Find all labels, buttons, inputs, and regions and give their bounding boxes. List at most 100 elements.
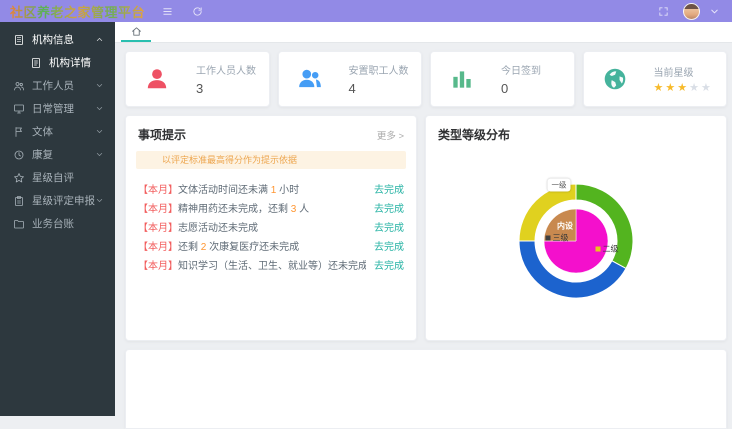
- reminder-text: 【本月】文体活动时间还未满 1 小时: [138, 181, 299, 196]
- reminder-text: 【本月】精神用药还未完成，还剩 3 人: [138, 200, 309, 215]
- star-icon: ★: [654, 82, 666, 94]
- reminder-item-1: 【本月】精神用药还未完成，还剩 3 人 去完成: [138, 198, 404, 217]
- sidebar-item-label: 星级评定申报: [32, 193, 95, 208]
- bottom-panel: [125, 349, 727, 429]
- chart-annotation-inner-yellow-marker: 二级: [596, 244, 619, 255]
- reminder-item-0: 【本月】文体活动时间还未满 1 小时 去完成: [138, 179, 404, 198]
- chevron-down-icon: [95, 104, 105, 114]
- sidebar-item-label: 康复: [32, 147, 95, 162]
- sidebar-item-label: 业务台账: [32, 216, 105, 231]
- reminder-text: 【本月】还剩 2 次康复医疗还未完成: [138, 238, 299, 253]
- star-icon: ★: [689, 82, 701, 94]
- star-icon: [13, 172, 25, 184]
- stat-label: 当前星级: [654, 64, 713, 79]
- document-icon: [30, 57, 42, 69]
- sidebar-item-label: 文体: [32, 124, 95, 139]
- main-content: 工作人员人数3安置职工人数4今日签到0当前星级★★★★★ 事项提示 更多 > 以…: [115, 43, 732, 416]
- stat-value: 4: [349, 81, 409, 96]
- star-icon: ★: [665, 82, 677, 94]
- clipboard-icon: [13, 195, 25, 207]
- globe-icon: [602, 66, 628, 92]
- refresh-icon[interactable]: [189, 3, 205, 19]
- go-complete-link[interactable]: 去完成: [374, 238, 404, 253]
- sidebar-subitem-0-0[interactable]: 机构详情: [0, 51, 115, 74]
- notice-banner: 以评定标准最高得分作为提示依据: [136, 151, 406, 169]
- stat-label: 今日签到: [501, 62, 541, 77]
- star-icon: ★: [701, 82, 713, 94]
- tab-home[interactable]: [121, 22, 151, 42]
- chevron-down-icon: [95, 150, 105, 160]
- sidebar-item-7[interactable]: 业务台账: [0, 212, 115, 235]
- chart-panel: 类型等级分布 一级内设三级二级: [425, 115, 727, 341]
- chevron-up-icon: [95, 35, 105, 45]
- monitor-icon: [13, 103, 25, 115]
- chart-title: 类型等级分布: [438, 126, 510, 143]
- go-complete-link[interactable]: 去完成: [374, 257, 404, 272]
- building-icon: [13, 34, 25, 46]
- star-icon: [13, 172, 25, 184]
- sidebar-item-6[interactable]: 星级评定申报: [0, 189, 115, 212]
- star-icon: ★: [677, 82, 689, 94]
- user-menu-chevron-icon[interactable]: [706, 3, 722, 19]
- reminder-item-2: 【本月】志愿活动还未完成 去完成: [138, 217, 404, 236]
- app-title: 社区养老之家管理平台: [10, 2, 145, 21]
- chevron-down-icon: [95, 127, 105, 137]
- chart-annotation-inner-light: 内设: [557, 221, 573, 232]
- user-avatar[interactable]: [683, 3, 700, 20]
- go-complete-link[interactable]: 去完成: [374, 181, 404, 196]
- sidebar-item-0[interactable]: 机构信息: [0, 28, 115, 51]
- type-level-distribution-chart: 一级内设三级二级: [426, 163, 726, 323]
- stat-card-3: 当前星级★★★★★: [583, 51, 728, 107]
- menu-fold-icon[interactable]: [159, 3, 175, 19]
- star-rating: ★★★★★: [654, 83, 713, 94]
- stat-label: 安置职工人数: [349, 62, 409, 77]
- app-header: 社区养老之家管理平台: [0, 0, 732, 22]
- chart-annotation-chip: 一级: [548, 179, 571, 192]
- go-complete-link[interactable]: 去完成: [374, 200, 404, 215]
- clock-icon: [13, 149, 25, 161]
- sidebar-item-3[interactable]: 文体: [0, 120, 115, 143]
- folder-icon: [13, 218, 25, 230]
- sidebar-item-label: 机构信息: [32, 32, 95, 47]
- reminder-item-4: 【本月】知识学习（生活、卫生、就业等）还未完成去完成: [138, 255, 404, 274]
- users-icon: [13, 80, 25, 92]
- home-icon: [131, 26, 142, 37]
- marker-square-icon: [546, 236, 551, 241]
- reminder-text: 【本月】志愿活动还未完成: [138, 219, 258, 234]
- stat-card-1: 安置职工人数 4: [278, 51, 423, 107]
- stat-cards-row: 工作人员人数3安置职工人数4今日签到0当前星级★★★★★: [125, 51, 727, 107]
- reminders-list: 【本月】文体活动时间还未满 1 小时去完成【本月】精神用药还未完成，还剩 3 人…: [126, 175, 416, 274]
- tab-bar: [115, 22, 732, 43]
- stat-card-2: 今日签到0: [430, 51, 575, 107]
- chevron-down-icon: [95, 81, 105, 91]
- reminder-month-tag: 【本月】: [138, 204, 178, 215]
- sidebar-item-label: 星级自评: [32, 170, 105, 185]
- go-complete-link[interactable]: 去完成: [374, 219, 404, 234]
- more-link[interactable]: 更多 >: [377, 128, 404, 142]
- stat-value: 3: [196, 81, 256, 96]
- flag-icon: [13, 126, 25, 138]
- sidebar-subitem-label: 机构详情: [49, 55, 105, 70]
- sidebar-item-1[interactable]: 工作人员: [0, 74, 115, 97]
- building-icon: [13, 34, 25, 46]
- person-icon: [144, 66, 170, 92]
- sidebar-item-4[interactable]: 康复: [0, 143, 115, 166]
- sidebar-item-label: 日常管理: [32, 101, 95, 116]
- reminders-title: 事项提示: [138, 126, 186, 143]
- clock-icon: [13, 149, 25, 161]
- fullscreen-icon[interactable]: [655, 3, 671, 19]
- marker-square-icon: [596, 247, 601, 252]
- sidebar-item-5[interactable]: 星级自评: [0, 166, 115, 189]
- sidebar-item-label: 工作人员: [32, 78, 95, 93]
- folder-icon: [13, 218, 25, 230]
- monitor-icon: [13, 103, 25, 115]
- reminder-text: 【本月】知识学习（生活、卫生、就业等）还未完成: [138, 257, 366, 272]
- people-icon: [297, 66, 323, 92]
- sidebar-item-2[interactable]: 日常管理: [0, 97, 115, 120]
- chart-annotation-inner-dark-marker: 三级: [546, 233, 569, 244]
- panels-row: 事项提示 更多 > 以评定标准最高得分作为提示依据 【本月】文体活动时间还未满 …: [125, 115, 727, 341]
- bar-chart-icon: [449, 66, 475, 92]
- sidebar: 机构信息机构详情工作人员日常管理文体康复星级自评星级评定申报业务台账: [0, 22, 115, 416]
- document-icon: [30, 57, 42, 69]
- reminder-month-tag: 【本月】: [138, 223, 178, 234]
